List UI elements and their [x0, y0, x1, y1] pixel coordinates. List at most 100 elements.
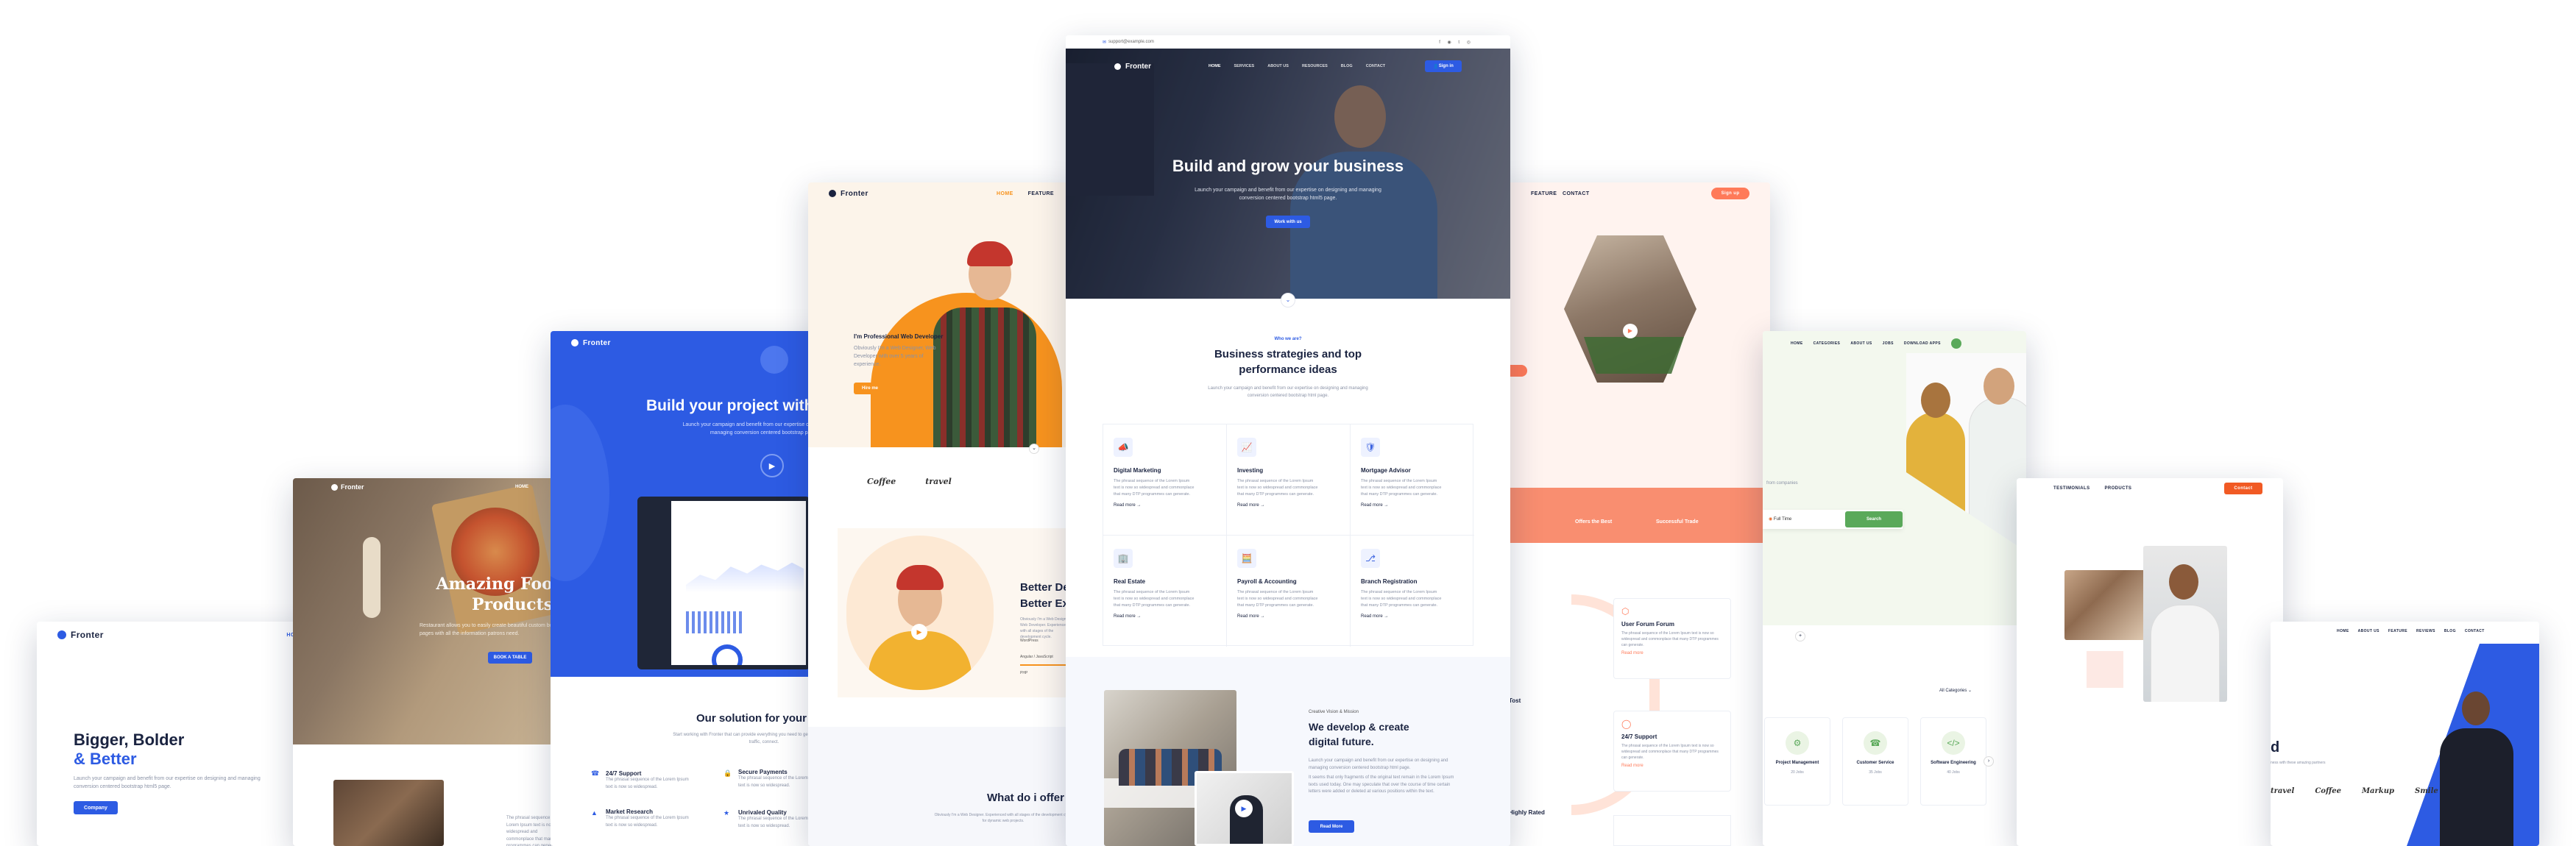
- read-more-text: Read more: [1361, 503, 1383, 508]
- service-desc: The phrasal sequence of the Lorem Ipsum …: [1361, 590, 1442, 608]
- nav-item-testimonials[interactable]: TESTIMONIALS: [2053, 486, 2090, 491]
- work-with-us-button[interactable]: Work with us: [1266, 216, 1310, 228]
- read-more-link[interactable]: Read more →: [1361, 614, 1464, 619]
- nav-item-services[interactable]: SERVICES: [1234, 64, 1255, 68]
- hero-description: Obviously I'm a Web Designer, Web Develo…: [854, 346, 936, 368]
- nav-item-home[interactable]: HOME: [515, 485, 528, 489]
- nav-item-home[interactable]: HOME: [2337, 629, 2349, 633]
- read-more-link[interactable]: Read more →: [1114, 614, 1216, 619]
- hero-title: Amazing Food and Products & W: [409, 574, 567, 615]
- partner-logo: Smile: [2414, 787, 2438, 795]
- beanie: [967, 241, 1013, 266]
- logo[interactable]: Fronter: [1114, 63, 1151, 71]
- scroll-down-button[interactable]: ⌄: [1281, 293, 1295, 308]
- nav-item-about[interactable]: ABOUT US: [1850, 341, 1872, 346]
- logo-icon: [571, 339, 578, 346]
- topbar-email[interactable]: support@example.com: [1108, 40, 1154, 44]
- nav-item-feature[interactable]: FEATURE: [1531, 191, 1557, 196]
- service-card[interactable]: 🏢 Real Estate The phrasal sequence of the …: [1103, 536, 1227, 647]
- scroll-left-button[interactable]: +: [1795, 631, 1805, 641]
- category-card-2[interactable]: ☎ Customer Service 35 Jobs: [1842, 717, 1908, 806]
- read-more-text: Read more: [1114, 503, 1136, 508]
- read-more-link[interactable]: Read more →: [1114, 503, 1216, 508]
- feature-1: ☎ 24/7 Support The phrasal sequence of t…: [591, 769, 694, 791]
- service-desc: The phrasal sequence of the Lorem Ipsum …: [1114, 590, 1195, 608]
- hero-title: Bigger, Bolder & Better: [74, 731, 184, 769]
- card-title: User Forum Forum: [1621, 621, 1675, 628]
- play-button[interactable]: ▶: [911, 624, 927, 640]
- search-button[interactable]: Search: [1845, 511, 1903, 527]
- read-more-link[interactable]: Read more →: [1237, 614, 1340, 619]
- nav-item-resources[interactable]: RESOURCES: [1302, 64, 1328, 68]
- read-more-link[interactable]: Read more: [1621, 651, 1723, 655]
- nav-item-contact[interactable]: CONTACT: [1563, 191, 1590, 196]
- service-card[interactable]: ⎇ Branch Registration The phrasal sequence…: [1351, 536, 1474, 647]
- logo[interactable]: Fronter: [57, 630, 104, 640]
- read-more-link[interactable]: Read more →: [1237, 503, 1340, 508]
- logo-text: Fronter: [583, 338, 611, 347]
- nav-item-download[interactable]: DOWNLOAD APPS: [1904, 341, 1941, 346]
- nav-item-contact[interactable]: CONTACT: [2465, 629, 2485, 633]
- read-more-text: Read more: [1361, 614, 1383, 619]
- logo-text[interactable]: Fronter: [341, 483, 364, 491]
- headset-icon: ☎: [1864, 731, 1887, 755]
- signin-button[interactable]: 👤 Sign in: [1425, 60, 1462, 72]
- hero-title: Build and grow your business: [1172, 157, 1404, 175]
- read-more-link[interactable]: Read more: [1621, 764, 1723, 768]
- nav-item-contact[interactable]: CONTACT: [1366, 64, 1385, 68]
- logo[interactable]: Fronter: [571, 339, 611, 347]
- category-card-3[interactable]: </> Software Engineering 40 Jobs: [1920, 717, 1986, 806]
- service-card[interactable]: 📣 Digital Marketing The phrasal sequence o…: [1103, 424, 1227, 536]
- nav-item-products[interactable]: PRODUCTS: [2104, 486, 2131, 491]
- play-button[interactable]: ▶: [760, 454, 784, 477]
- profile-avatar[interactable]: [1950, 338, 1961, 349]
- navbar: Fronter HOME SERVICES ABOUT US RESOURCES…: [1066, 51, 1510, 81]
- nav-item-reviews[interactable]: REVIEWS: [2416, 629, 2435, 633]
- category-card-1[interactable]: ⚙ Project Management 20 Jobs: [1764, 717, 1830, 806]
- nav-item-home[interactable]: HOME: [997, 191, 1013, 196]
- pepper-mill: [363, 537, 381, 618]
- job-type-select[interactable]: ◉ Full Time: [1769, 516, 1791, 522]
- nav-item-home[interactable]: HOME: [1209, 64, 1221, 68]
- company-button[interactable]: Company: [74, 801, 118, 814]
- category-count: 20 Jobs: [1791, 770, 1804, 775]
- contact-label: Contact: [2234, 486, 2253, 491]
- nav-item-feature[interactable]: FEATURE: [2388, 629, 2407, 633]
- logo-icon: [829, 190, 836, 197]
- read-more-link[interactable]: Read more →: [1361, 503, 1464, 508]
- support-card[interactable]: ◯ 24/7 Support The phrasal sequence of t…: [1613, 711, 1731, 792]
- card-title: 24/7 Support: [1621, 733, 1657, 740]
- nav-item-blog[interactable]: BLOG: [1341, 64, 1353, 68]
- service-card[interactable]: 🧮 Payroll & Accounting The phrasal sequenc…: [1227, 536, 1351, 647]
- nav-item-home[interactable]: HOME: [1791, 341, 1803, 346]
- play-button[interactable]: ▶: [1623, 324, 1638, 338]
- hero-kicker: I'm Professional Web Developer: [854, 333, 944, 340]
- book-table-label: BOOK A TABLE: [493, 655, 527, 660]
- next-button[interactable]: ›: [1984, 756, 1994, 767]
- nav-item-about[interactable]: ABOUT US: [2358, 629, 2379, 633]
- nav-item-feature[interactable]: FEATURE: [1028, 191, 1054, 196]
- screenshot-trade: FEATURE CONTACT Sign up ▶ Offers the Bes…: [1498, 182, 1770, 846]
- beanie: [896, 565, 944, 590]
- nav-item-jobs[interactable]: JOBS: [1883, 341, 1894, 346]
- service-card[interactable]: 📈 Investing The phrasal sequence of the Lo…: [1227, 424, 1351, 536]
- service-card[interactable]: 🛡 Mortgage Advisor The phrasal sequence of…: [1351, 424, 1474, 536]
- mission-body-2: It seems that only fragments of the orig…: [1309, 775, 1454, 795]
- section-title-line2: performance ideas: [1239, 363, 1337, 376]
- signup-button[interactable]: Sign up: [1711, 188, 1749, 199]
- book-table-button[interactable]: BOOK A TABLE: [488, 652, 532, 664]
- nav-item-about[interactable]: ABOUT US: [1267, 64, 1289, 68]
- skill-1: WordPress: [1020, 639, 1038, 643]
- contact-button[interactable]: Contact: [2224, 483, 2262, 494]
- nav-item-blog[interactable]: BLOG: [2444, 629, 2456, 633]
- logo[interactable]: Fronter: [829, 190, 868, 198]
- read-more-button[interactable]: Read More: [1309, 820, 1354, 833]
- stat-trade: Successful Trade: [1656, 519, 1699, 525]
- play-button[interactable]: ▶: [1235, 800, 1253, 817]
- scroll-down-button[interactable]: ⌄: [1029, 444, 1039, 454]
- hire-me-button[interactable]: Hire me: [854, 383, 886, 394]
- forum-card[interactable]: ⬡ User Forum Forum The phrasal sequence …: [1613, 598, 1731, 679]
- nav-item-categories[interactable]: CATEGORIES: [1814, 341, 1841, 346]
- service-desc: The phrasal sequence of the Lorem Ipsum …: [1361, 479, 1442, 497]
- category-select[interactable]: All Categories ⌄: [1939, 688, 1972, 693]
